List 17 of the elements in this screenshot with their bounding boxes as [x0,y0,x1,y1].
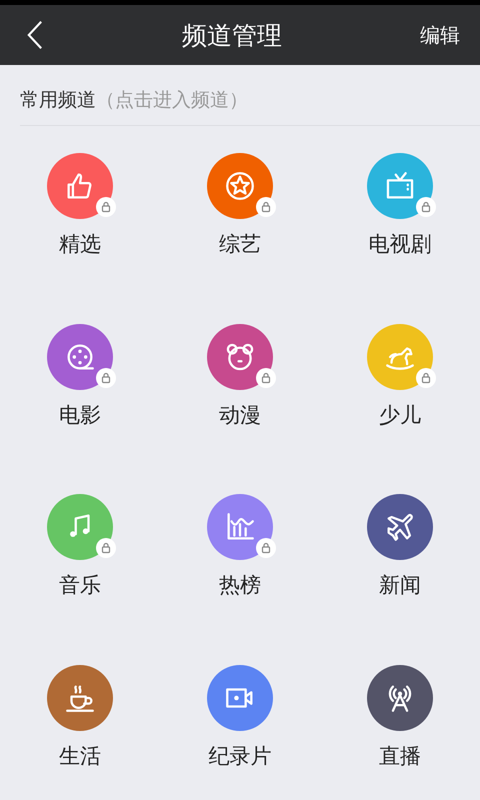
edit-button[interactable]: 编辑 [420,22,460,48]
channel-label: 精选 [59,231,101,258]
channel-label: 动漫 [219,402,261,428]
channel-label: 纪录片 [208,742,272,770]
channel-label: 新闻 [379,572,421,599]
page-title: 频道管理 [182,20,282,52]
channel-label: 直播 [379,742,421,770]
section-title: 常用频道 [20,88,96,113]
channel-label: 少儿 [379,402,421,428]
channel-label: 热榜 [219,572,261,599]
channel-label: 电视剧 [368,231,432,258]
back-icon[interactable] [26,20,44,50]
channel-label: 综艺 [219,231,261,258]
channel-label: 电影 [59,402,101,428]
section-hint: （点击进入频道） [96,88,248,113]
channel-label: 生活 [59,742,101,770]
channel-label: 音乐 [59,572,101,599]
